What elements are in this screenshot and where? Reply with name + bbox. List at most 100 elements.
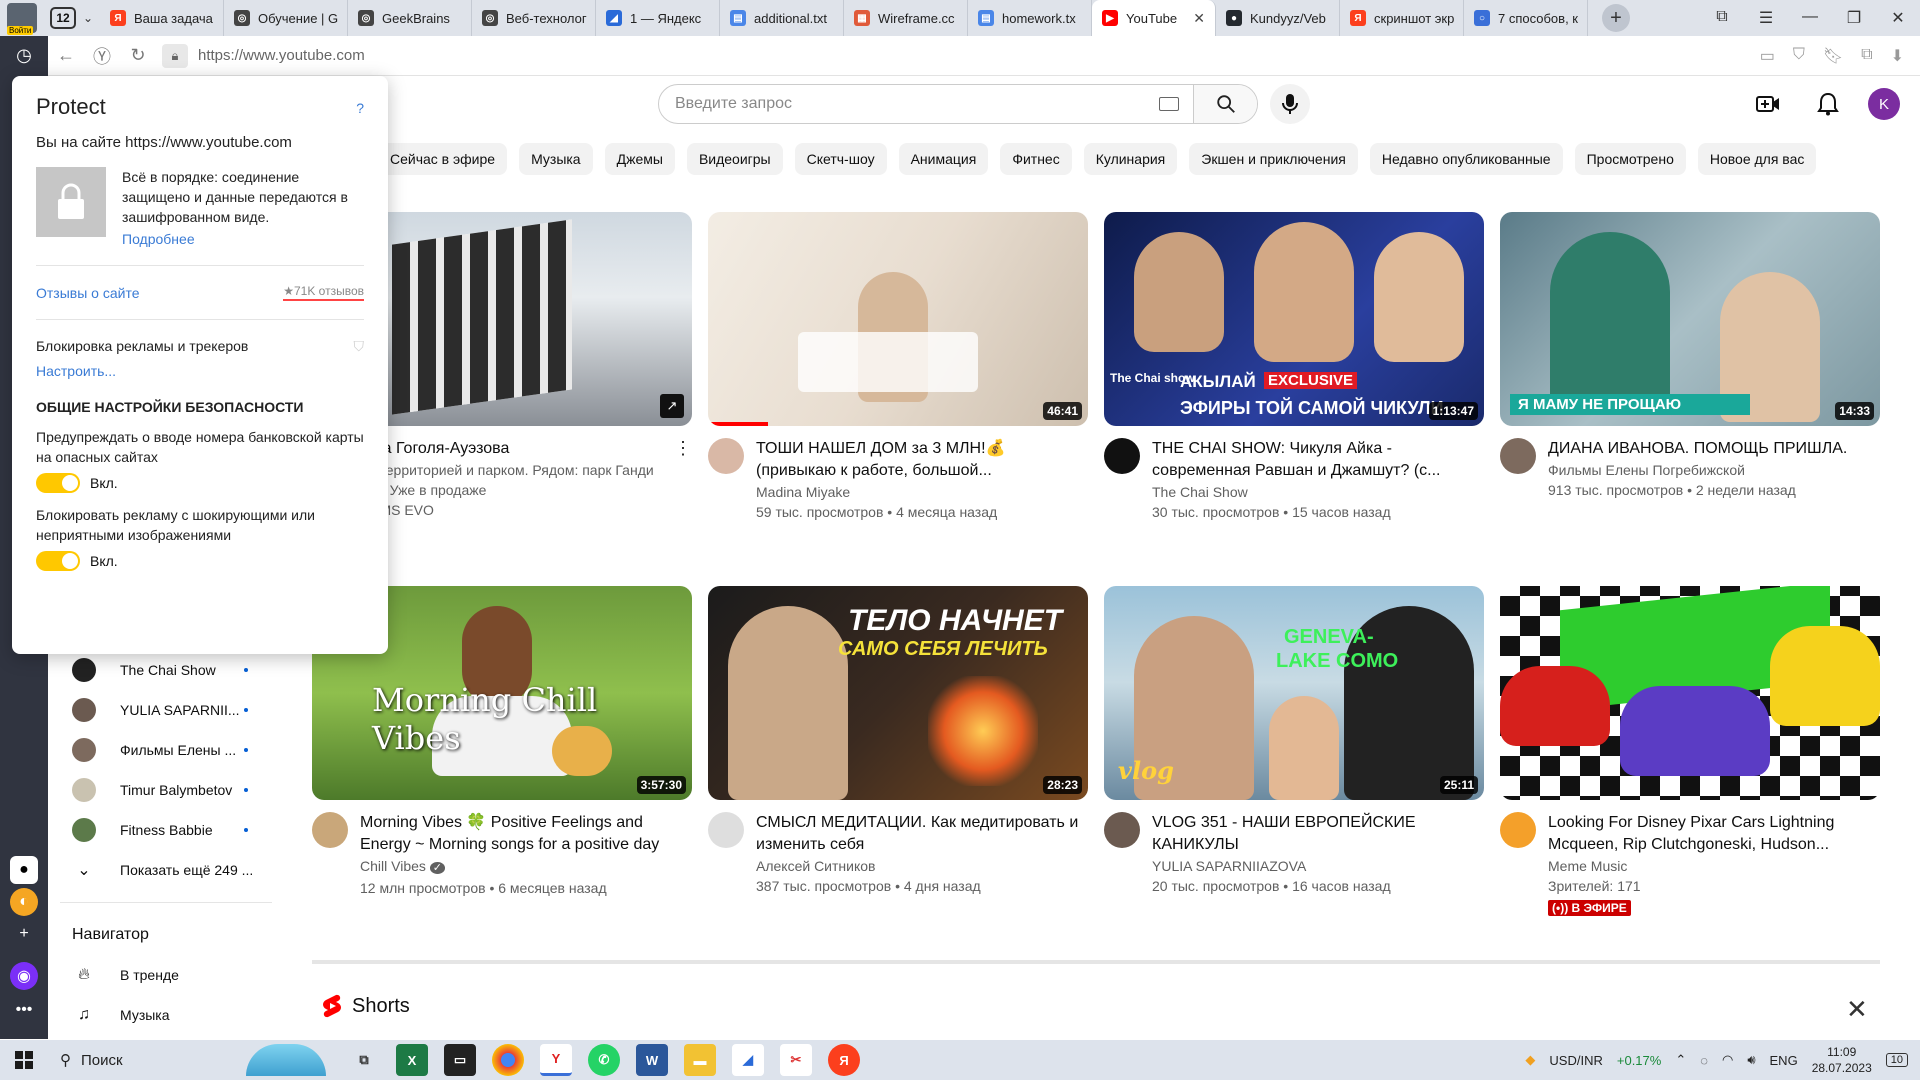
subscription-item[interactable]: Fitness Babbie bbox=[48, 810, 272, 850]
bank-card-warning-toggle[interactable] bbox=[36, 473, 80, 493]
extension-icon[interactable]: ⛉ bbox=[1793, 46, 1805, 66]
video-thumbnail[interactable]: GENEVA- LAKE COMO vlog 25:11 bbox=[1104, 586, 1484, 800]
video-title[interactable]: Morning Vibes 🍀 Positive Feelings and En… bbox=[360, 812, 692, 856]
channel-name[interactable]: The Chai Show bbox=[1152, 482, 1484, 502]
browser-tab[interactable]: ● Kundyyz/Veb bbox=[1216, 0, 1340, 36]
yandex-icon[interactable]: Ⓨ bbox=[84, 43, 120, 69]
notifications-badge[interactable]: 10 bbox=[1885, 1053, 1908, 1067]
channel-name[interactable]: YULIA SAPARNIIAZOVA bbox=[1152, 856, 1484, 876]
reload-icon[interactable]: ↻ bbox=[120, 45, 156, 66]
category-chip[interactable]: Кулинария bbox=[1083, 143, 1178, 175]
edge-icon[interactable]: ◢ bbox=[732, 1044, 764, 1076]
browser-tab[interactable]: ◢ 1 — Яндекс bbox=[596, 0, 720, 36]
category-chip[interactable]: Музыка bbox=[519, 143, 593, 175]
channel-name[interactable]: Алексей Ситников bbox=[756, 856, 1088, 876]
tabs-dropdown-icon[interactable]: ⌄ bbox=[76, 11, 100, 25]
bookmark-icon[interactable]: 🔖︎ bbox=[1823, 46, 1843, 66]
subscription-item[interactable]: The Chai Show bbox=[48, 650, 272, 690]
volume-icon[interactable]: 🔊︎ bbox=[1747, 1052, 1755, 1068]
search-input[interactable] bbox=[659, 85, 1159, 123]
video-title[interactable]: VLOG 351 - НАШИ ЕВРОПЕЙСКИЕ КАНИКУЛЫ bbox=[1152, 812, 1484, 856]
video-title[interactable]: К на Гоголя-Ауэзова bbox=[360, 438, 674, 460]
reader-icon[interactable]: ▭ bbox=[1760, 46, 1775, 66]
sidebar-item-music[interactable]: ♫ Музыка bbox=[48, 995, 272, 1035]
new-tab-button[interactable]: + bbox=[1602, 4, 1630, 32]
yandex-browser-icon[interactable]: Y bbox=[540, 1044, 572, 1076]
voice-search-button[interactable] bbox=[1270, 84, 1310, 124]
tab-manager-icon[interactable]: ⧉ bbox=[1700, 8, 1744, 28]
video-card[interactable]: ТЕЛО НАЧНЕТ САМО СЕБЯ ЛЕЧИТЬ 28:23 СМЫСЛ… bbox=[708, 586, 1088, 896]
minimize-icon[interactable]: — bbox=[1788, 8, 1832, 28]
browser-tab[interactable]: ◎ GeekBrains bbox=[348, 0, 472, 36]
video-thumbnail[interactable]: 46:41 bbox=[708, 212, 1088, 426]
video-title[interactable]: Looking For Disney Pixar Cars Lightning … bbox=[1548, 812, 1880, 856]
channel-avatar[interactable] bbox=[1500, 812, 1536, 848]
shocking-ads-toggle[interactable] bbox=[36, 551, 80, 571]
browser-login[interactable]: Войти bbox=[0, 0, 44, 36]
video-thumbnail[interactable]: Я МАМУ НЕ ПРОЩАЮ 14:33 bbox=[1500, 212, 1880, 426]
lock-icon[interactable]: 🔒︎ bbox=[162, 43, 188, 68]
subscription-item[interactable]: Фильмы Елены ... bbox=[48, 730, 272, 770]
browser-tab[interactable]: ▶ YouTube ✕ bbox=[1092, 0, 1216, 36]
video-title[interactable]: ТОШИ НАШЕЛ ДОМ за 3 МЛН!💰 (привыкаю к ра… bbox=[756, 438, 1088, 482]
url-field[interactable]: https://www.youtube.com bbox=[198, 47, 365, 64]
language-indicator[interactable]: ENG bbox=[1770, 1053, 1798, 1068]
downloads-icon[interactable]: ⬇ bbox=[1891, 46, 1904, 66]
browser-tab[interactable]: ▤ homework.tx bbox=[968, 0, 1092, 36]
close-tab-icon[interactable]: ✕ bbox=[1193, 10, 1205, 27]
whatsapp-icon[interactable]: ✆ bbox=[588, 1044, 620, 1076]
browser-tab[interactable]: ◎ Веб-технолог bbox=[472, 0, 596, 36]
wifi-icon[interactable]: ◠ bbox=[1722, 1052, 1733, 1068]
ticker-label[interactable]: USD/INR bbox=[1549, 1053, 1602, 1068]
more-panel-icon[interactable]: ••• bbox=[10, 996, 38, 1024]
chrome-icon[interactable] bbox=[492, 1044, 524, 1076]
video-card[interactable]: The Chai show АКЫЛАЙ EXCLUSIVE ЭФИРЫ ТОЙ… bbox=[1104, 212, 1484, 522]
subscription-item[interactable]: YULIA SAPARNII... bbox=[48, 690, 272, 730]
clock[interactable]: 11:09 28.07.2023 bbox=[1812, 1044, 1872, 1076]
notifications-button[interactable] bbox=[1808, 84, 1848, 124]
browser-tab[interactable]: ◎ Обучение | G bbox=[224, 0, 348, 36]
keyboard-icon[interactable] bbox=[1159, 97, 1179, 111]
close-window-icon[interactable]: ✕ bbox=[1876, 8, 1920, 28]
video-card[interactable]: GENEVA- LAKE COMO vlog 25:11 VLOG 351 - … bbox=[1104, 586, 1484, 896]
category-chip[interactable]: Фитнес bbox=[1000, 143, 1072, 175]
sidebar-item-trending[interactable]: 🔥︎ В тренде bbox=[48, 955, 272, 995]
terminal-icon[interactable]: ▭ bbox=[444, 1044, 476, 1076]
more-options-icon[interactable]: ⋮ bbox=[674, 438, 692, 520]
channel-avatar[interactable] bbox=[708, 812, 744, 848]
app-icon[interactable]: ◐ bbox=[10, 888, 38, 916]
browser-tab[interactable]: ○ 7 способов, к bbox=[1464, 0, 1588, 36]
channel-name[interactable]: Meme Music bbox=[1548, 856, 1880, 876]
yandex-icon[interactable]: Я bbox=[828, 1044, 860, 1076]
video-card[interactable]: Я МАМУ НЕ ПРОЩАЮ 14:33 ДИАНА ИВАНОВА. ПО… bbox=[1500, 212, 1880, 500]
taskbar-search[interactable]: ⚲ Поиск bbox=[48, 1040, 338, 1080]
video-title[interactable]: СМЫСЛ МЕДИТАЦИИ. Как медитировать и изме… bbox=[756, 812, 1088, 856]
channel-name[interactable]: Madina Miyake bbox=[756, 482, 1088, 502]
back-icon[interactable]: ← bbox=[48, 45, 84, 66]
channel-name[interactable]: Фильмы Елены Погребижской bbox=[1548, 460, 1880, 480]
search-button[interactable] bbox=[1193, 85, 1257, 123]
reviews-count[interactable]: ★71K отзывов bbox=[283, 284, 364, 301]
browser-menu-icon[interactable]: ☰ bbox=[1744, 8, 1788, 28]
browser-tab[interactable]: ▦ Wireframe.cc bbox=[844, 0, 968, 36]
category-chip[interactable]: Экшен и приключения bbox=[1189, 143, 1358, 175]
category-chip[interactable]: Джемы bbox=[604, 143, 675, 175]
channel-avatar[interactable] bbox=[1104, 812, 1140, 848]
category-chip[interactable]: Видеоигры bbox=[686, 143, 783, 175]
channel-name[interactable]: Chill Vibes bbox=[360, 858, 426, 874]
add-panel-icon[interactable]: + bbox=[10, 920, 38, 948]
chevron-up-icon[interactable]: ⌃ bbox=[1675, 1052, 1686, 1068]
windows-start-button[interactable] bbox=[0, 1051, 48, 1069]
show-more-button[interactable]: ⌄ Показать ещё 249 ... bbox=[48, 850, 272, 890]
word-icon[interactable]: W bbox=[636, 1044, 668, 1076]
github-icon[interactable]: ● bbox=[10, 856, 38, 884]
more-link[interactable]: Подробнее bbox=[122, 231, 364, 247]
video-title[interactable]: ДИАНА ИВАНОВА. ПОМОЩЬ ПРИШЛА. bbox=[1548, 438, 1880, 460]
file-explorer-icon[interactable]: ▬ bbox=[684, 1044, 716, 1076]
browser-tab[interactable]: Я Ваша задача bbox=[100, 0, 224, 36]
help-icon[interactable]: ? bbox=[356, 100, 364, 116]
tab-count-button[interactable]: 12 bbox=[50, 7, 76, 29]
maximize-icon[interactable]: ❐ bbox=[1832, 8, 1876, 28]
category-chip[interactable]: Анимация bbox=[898, 143, 989, 175]
task-view-icon[interactable]: ⧉ bbox=[348, 1044, 380, 1076]
